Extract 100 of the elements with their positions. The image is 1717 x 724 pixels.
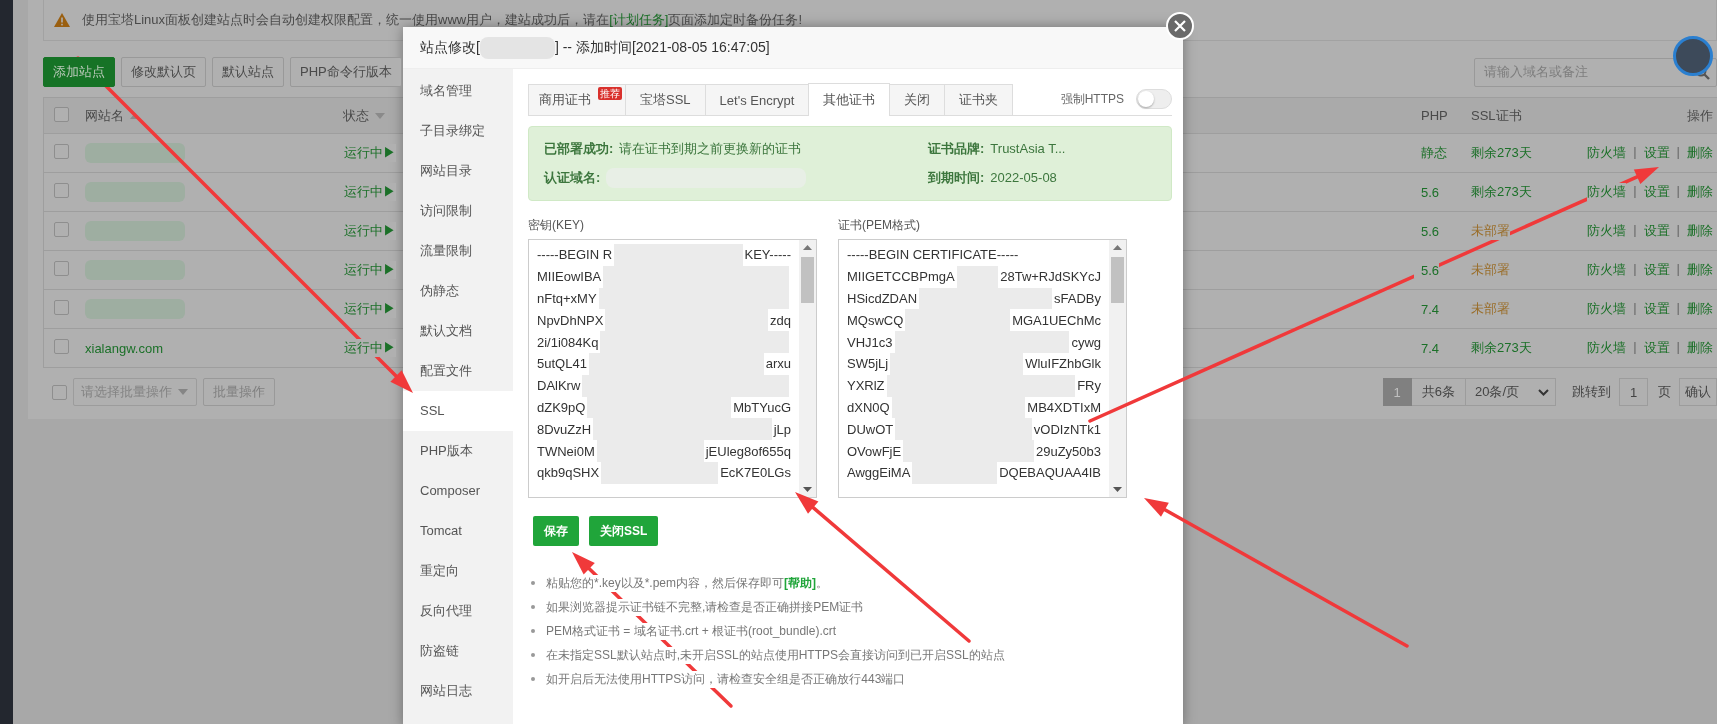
action-link[interactable]: 防火墙	[1587, 144, 1627, 162]
expiry-label: 到期时间:	[928, 168, 985, 187]
code-line: EcK7E0LGs	[720, 465, 791, 481]
site-name-link[interactable]: xialangw.com	[78, 340, 164, 356]
action-link[interactable]: 防火墙	[1587, 183, 1627, 201]
menu-item[interactable]: 默认文档	[403, 311, 513, 351]
menu-item[interactable]: 域名管理	[403, 71, 513, 111]
menu-item[interactable]: 防盗链	[403, 631, 513, 671]
action-link[interactable]: 设置	[1643, 144, 1670, 162]
action-link[interactable]: 删除	[1687, 339, 1713, 357]
php-version[interactable]: 5.6	[1414, 262, 1440, 278]
action-link[interactable]: 设置	[1643, 261, 1670, 279]
scheduled-task-link[interactable]: [计划任务]	[609, 12, 669, 27]
scroll-up-icon[interactable]	[803, 245, 812, 250]
action-link[interactable]: 删除	[1687, 261, 1713, 279]
key-textarea[interactable]: -----BEGIN R KEY----- MIIEowIBA nFtq+xMY NpvDhNPX zdq 2i/1i084Kq 5utQL41 arxu DAlKrw dZK9pQ MbTYucG 8DvuZzH jLp TWNei0M jEUleg8of655q qkb9qSHX EcK7E0LGs	[528, 239, 817, 498]
action-link[interactable]: 防火墙	[1587, 261, 1627, 279]
scroll-up-icon[interactable]	[1113, 245, 1122, 250]
code-line: -----BEGIN CERTIFICATE-----	[847, 247, 1019, 263]
help-link[interactable]: [帮助]	[784, 575, 817, 590]
checkbox[interactable]	[53, 222, 69, 237]
bullet-icon	[531, 581, 535, 585]
sort-down-icon[interactable]	[375, 112, 385, 119]
column-header: 操作	[1687, 106, 1713, 125]
action-link[interactable]: 设置	[1643, 300, 1670, 318]
tab[interactable]: 宝塔SSL	[625, 84, 706, 115]
disable-ssl-button[interactable]: 关闭SSL	[589, 516, 659, 546]
code-line: AwggEiMA	[847, 465, 911, 481]
status-text[interactable]: 运行中▶	[344, 183, 396, 201]
menu-item[interactable]: Composer	[403, 471, 513, 511]
separator: |	[1676, 222, 1680, 239]
scroll-down-icon[interactable]	[1113, 487, 1122, 492]
menu-item[interactable]: 网站日志	[403, 671, 513, 711]
code-line: SW5jLj	[847, 356, 889, 372]
checkbox[interactable]	[52, 384, 67, 400]
menu-item[interactable]: 重定向	[403, 551, 513, 591]
page-size-select[interactable]: 20条/页	[1466, 378, 1556, 406]
add-site-button[interactable]: 添加站点	[43, 57, 115, 87]
action-link[interactable]: 删除	[1687, 183, 1713, 201]
separator: |	[1676, 300, 1680, 317]
status-text[interactable]: 运行中▶	[344, 144, 396, 162]
bullet-icon	[531, 629, 535, 633]
menu-item[interactable]: 子目录绑定	[403, 111, 513, 151]
checkbox[interactable]	[53, 261, 69, 276]
checkbox[interactable]	[53, 144, 69, 159]
tab[interactable]: Let's Encrypt	[704, 84, 810, 115]
separator: |	[1633, 261, 1637, 278]
jump-label: 跳转到	[1571, 383, 1612, 401]
action-link[interactable]: 删除	[1687, 144, 1713, 162]
checkbox[interactable]	[53, 300, 69, 315]
menu-item[interactable]: PHP版本	[403, 431, 513, 471]
status-text[interactable]: 运行中▶	[344, 261, 396, 279]
scrollbar[interactable]	[799, 240, 816, 497]
page-button[interactable]: 1	[1382, 378, 1412, 406]
toolbar-button[interactable]: 默认站点	[212, 57, 284, 87]
action-link[interactable]: 防火墙	[1587, 300, 1627, 318]
save-button[interactable]: 保存	[533, 516, 579, 546]
tab[interactable]: 商用证书 推荐	[528, 84, 626, 115]
scrollbar[interactable]	[1109, 240, 1126, 497]
toggle-switch[interactable]	[1136, 89, 1172, 109]
toolbar-button[interactable]: PHP命令行版本	[290, 57, 402, 87]
menu-item[interactable]: 流量限制	[403, 231, 513, 271]
checkbox[interactable]	[53, 106, 69, 122]
code-line: HSicdZDAN	[847, 291, 918, 306]
code-line: MIIGETCCBPmgA	[847, 269, 955, 285]
scroll-thumb[interactable]	[1111, 257, 1124, 303]
column-header: PHP	[1421, 108, 1448, 123]
status-text[interactable]: 运行中▶	[344, 300, 396, 318]
tab[interactable]: 证书夹	[944, 84, 1014, 115]
action-link[interactable]: 防火墙	[1587, 222, 1627, 240]
code-line: dZK9pQ	[537, 399, 586, 415]
menu-item[interactable]: Tomcat	[403, 511, 513, 551]
menu-item[interactable]: 伪静态	[403, 271, 513, 311]
code-line: jLp	[773, 421, 791, 437]
menu-item[interactable]: SSL	[403, 391, 513, 431]
menu-item[interactable]: 反向代理	[403, 591, 513, 631]
action-link[interactable]: 设置	[1643, 339, 1670, 357]
tab[interactable]: 关闭	[889, 84, 946, 115]
separator: |	[1633, 183, 1637, 200]
status-text[interactable]: 运行中▶	[344, 339, 396, 357]
toolbar-button[interactable]: 修改默认页	[121, 57, 206, 87]
separator: |	[1676, 261, 1680, 278]
menu-item[interactable]: 配置文件	[403, 351, 513, 391]
menu-item[interactable]: 网站目录	[403, 151, 513, 191]
status-text[interactable]: 运行中▶	[344, 222, 396, 240]
tab[interactable]: 其他证书	[808, 83, 891, 116]
action-link[interactable]: 设置	[1643, 222, 1670, 240]
action-link[interactable]: 删除	[1687, 300, 1713, 318]
checkbox[interactable]	[53, 183, 69, 198]
action-link[interactable]: 防火墙	[1587, 339, 1627, 357]
scroll-thumb[interactable]	[801, 257, 814, 303]
confirm-button[interactable]: 确认	[1679, 378, 1717, 406]
separator: |	[1633, 300, 1637, 317]
checkbox[interactable]	[53, 339, 69, 354]
cert-textarea[interactable]	[838, 239, 1127, 498]
action-link[interactable]: 设置	[1643, 183, 1670, 201]
menu-item[interactable]: 访问限制	[403, 191, 513, 231]
action-link[interactable]: 删除	[1687, 222, 1713, 240]
note-text: 如开启后无法使用HTTPS访问，请检查安全组是否正确放行443端口	[546, 670, 906, 688]
page-input[interactable]: 1	[1619, 378, 1648, 406]
